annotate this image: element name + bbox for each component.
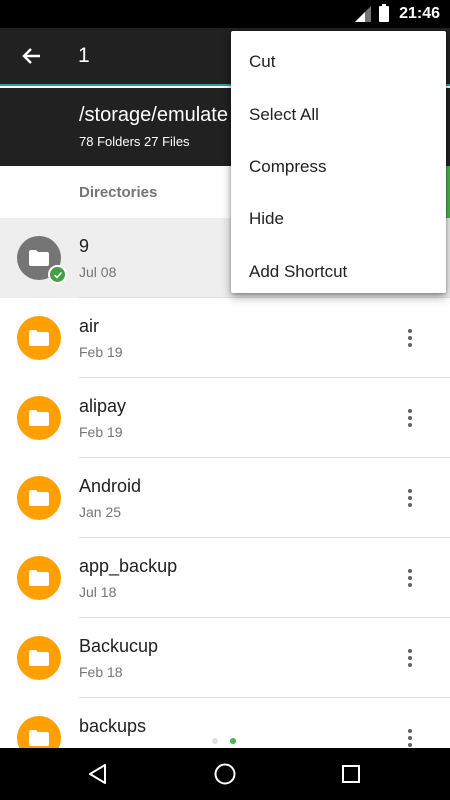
- folder-icon: [17, 476, 61, 520]
- nav-recents-button[interactable]: [337, 760, 365, 788]
- status-bar: 21:46: [0, 0, 450, 28]
- item-name: Backucup: [79, 636, 159, 656]
- menu-item-cut[interactable]: Cut: [231, 36, 446, 88]
- list-item[interactable]: Android Jan 25: [0, 458, 450, 538]
- item-count: 78 Folders 27 Files: [79, 134, 190, 149]
- item-name: app_backup: [79, 556, 178, 576]
- more-options-icon[interactable]: [398, 484, 422, 512]
- more-options-icon[interactable]: [398, 324, 422, 352]
- home-circle-icon: [214, 763, 236, 785]
- selection-count: 1: [78, 44, 90, 67]
- page-dot: [212, 738, 218, 744]
- menu-item-compress[interactable]: Compress: [231, 141, 446, 193]
- menu-item-add-shortcut[interactable]: Add Shortcut: [231, 246, 446, 298]
- page-dot-active: [230, 738, 236, 744]
- item-name: Android: [79, 476, 142, 496]
- list-item[interactable]: Backucup Feb 18: [0, 618, 450, 698]
- recents-square-icon: [342, 765, 360, 783]
- more-options-icon[interactable]: [398, 644, 422, 672]
- current-path[interactable]: /storage/emulate: [79, 104, 228, 127]
- folder-icon: [17, 636, 61, 680]
- folder-icon: [17, 316, 61, 360]
- item-date: Feb 19: [79, 424, 123, 440]
- item-name: backups: [79, 716, 147, 736]
- list-item[interactable]: app_backup Jul 18: [0, 538, 450, 618]
- more-options-icon[interactable]: [398, 564, 422, 592]
- item-date: Feb 18: [79, 664, 123, 680]
- overflow-menu: Cut Select All Compress Hide Add Shortcu…: [231, 31, 446, 293]
- file-manager-screen: 21:46 1 /storage/emulate 78 Folders 27 F…: [0, 0, 450, 800]
- nav-back-button[interactable]: [84, 760, 112, 788]
- item-name: air: [79, 316, 100, 336]
- battery-icon: [379, 4, 390, 22]
- folder-icon: [17, 556, 61, 600]
- section-title: Directories: [79, 184, 158, 201]
- list-item[interactable]: air Feb 19: [0, 298, 450, 378]
- page-indicator: [212, 738, 236, 744]
- folder-icon: [17, 396, 61, 440]
- menu-item-select-all[interactable]: Select All: [231, 88, 446, 140]
- signal-icon: [355, 6, 372, 22]
- item-date: Jul 18: [79, 584, 117, 600]
- item-name: alipay: [79, 396, 127, 416]
- arrow-back-icon: [22, 48, 40, 64]
- item-name: 9: [79, 236, 90, 256]
- more-options-icon[interactable]: [398, 404, 422, 432]
- check-badge-icon: [48, 265, 67, 284]
- status-time: 21:46: [399, 5, 440, 22]
- menu-item-hide[interactable]: Hide: [231, 193, 446, 245]
- nav-home-button[interactable]: [211, 760, 239, 788]
- item-date: Jul 08: [79, 264, 117, 280]
- back-button[interactable]: [0, 27, 62, 85]
- list-item[interactable]: alipay Feb 19: [0, 378, 450, 458]
- item-date: Jan 25: [79, 504, 122, 520]
- item-date: Feb 19: [79, 344, 123, 360]
- back-triangle-icon: [89, 764, 106, 784]
- navigation-bar: [0, 748, 450, 800]
